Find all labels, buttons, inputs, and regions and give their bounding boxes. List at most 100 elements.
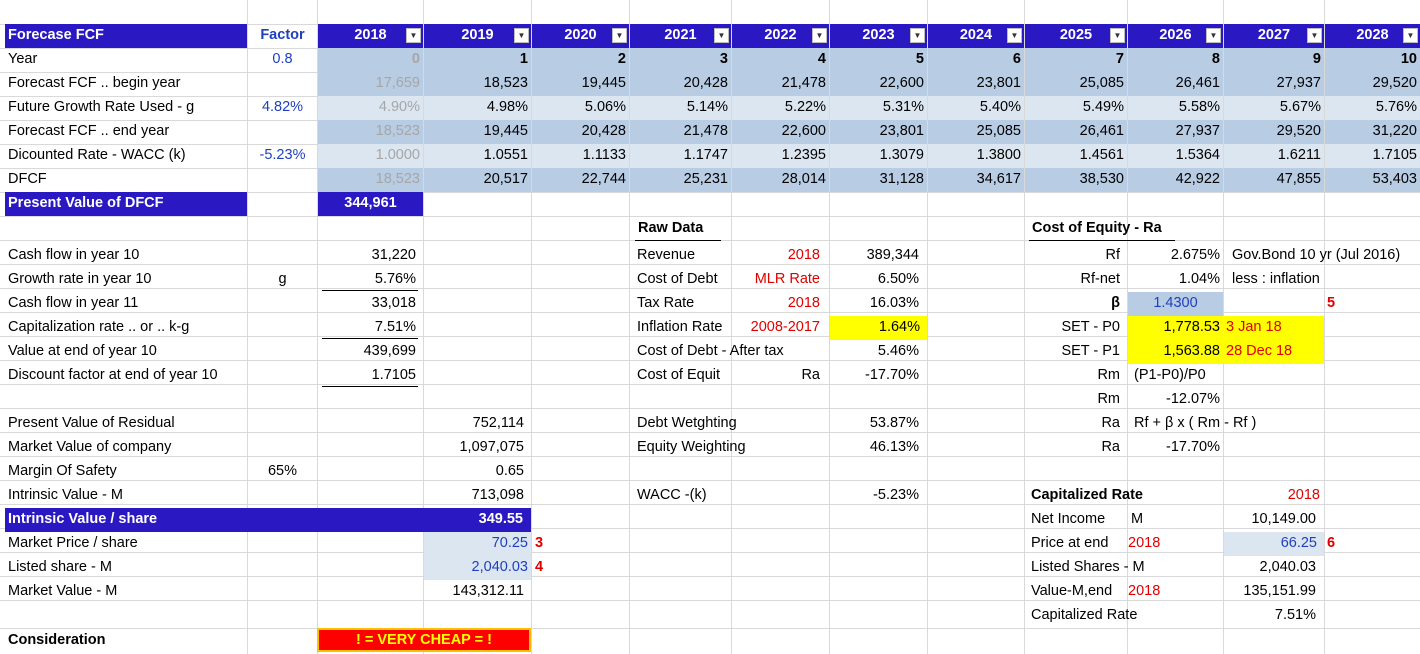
listed-shares-value[interactable]: 2,040.03 bbox=[1224, 556, 1319, 580]
pv-dfcf-label[interactable]: Present Value of DFCF bbox=[5, 192, 247, 216]
capitalized-rate-title[interactable]: Capitalized Rate bbox=[1028, 484, 1208, 508]
equity-weighting-value[interactable]: 46.13% bbox=[830, 436, 922, 460]
wacc-value[interactable]: -5.23% bbox=[830, 484, 922, 508]
terminal-label[interactable]: Value at end of year 10 bbox=[5, 340, 247, 364]
listed-share-label[interactable]: Listed share - M bbox=[5, 556, 247, 580]
rm-value[interactable]: -12.07% bbox=[1128, 388, 1223, 412]
forecast-cell[interactable]: 5 bbox=[830, 48, 927, 72]
set-p1-value[interactable]: 1,563.88 bbox=[1128, 340, 1223, 364]
rm-formula[interactable]: (P1-P0)/P0 bbox=[1131, 364, 1271, 388]
market-value-label[interactable]: Market Value - M bbox=[5, 580, 247, 604]
forecast-cell[interactable]: 6 bbox=[928, 48, 1024, 72]
equity-weighting-label[interactable]: Equity Weighting bbox=[634, 436, 824, 460]
raw-data-note[interactable]: 2018 bbox=[731, 292, 823, 316]
terminal-label[interactable]: Discount factor at end of year 10 bbox=[5, 364, 305, 388]
price-at-end-year[interactable]: 2018 bbox=[1125, 532, 1185, 556]
year-header-2022[interactable]: 2022 ▼ bbox=[732, 24, 829, 48]
filter-dropdown-icon[interactable]: ▼ bbox=[910, 28, 925, 43]
forecast-cell[interactable]: 29,520 bbox=[1224, 120, 1324, 144]
forecast-cell[interactable]: 0 bbox=[318, 48, 423, 72]
forecast-cell[interactable]: 29,520 bbox=[1325, 72, 1420, 96]
market-value-company-label[interactable]: Market Value of company bbox=[5, 436, 247, 460]
row-label-dfcf[interactable]: DFCF bbox=[5, 168, 247, 192]
forecast-cell[interactable]: 34,617 bbox=[928, 168, 1024, 192]
terminal-value[interactable]: 33,018 bbox=[318, 292, 419, 316]
factor-cell[interactable]: 0.8 bbox=[248, 48, 317, 72]
margin-of-safety-pct[interactable]: 65% bbox=[248, 460, 317, 484]
raw-data-note[interactable]: Ra bbox=[731, 364, 823, 388]
debt-weighting-label[interactable]: Debt Wetghting bbox=[634, 412, 824, 436]
rm-label[interactable]: Rm bbox=[1025, 364, 1123, 388]
margin-of-safety-value[interactable]: 0.65 bbox=[424, 460, 527, 484]
terminal-label[interactable]: Growth rate in year 10 bbox=[5, 268, 247, 292]
forecast-cell[interactable]: 47,855 bbox=[1224, 168, 1324, 192]
year-header-2024[interactable]: 2024 ▼ bbox=[928, 24, 1024, 48]
forecast-cell[interactable]: 19,445 bbox=[424, 120, 531, 144]
forecast-cell[interactable]: 19,445 bbox=[532, 72, 629, 96]
forecast-cell[interactable]: 20,517 bbox=[424, 168, 531, 192]
forecast-cell[interactable]: 4 bbox=[732, 48, 829, 72]
terminal-label[interactable]: Cash flow in year 10 bbox=[5, 244, 247, 268]
set-p1-date[interactable]: 28 Dec 18 bbox=[1223, 340, 1324, 364]
factor-cell[interactable]: 4.82% bbox=[248, 96, 317, 120]
raw-data-value[interactable]: 16.03% bbox=[830, 292, 922, 316]
forecast-cell[interactable]: 5.22% bbox=[732, 96, 829, 120]
price-at-end-label[interactable]: Price at end bbox=[1028, 532, 1123, 556]
factor-cell[interactable]: -5.23% bbox=[248, 144, 317, 168]
forecast-cell[interactable]: 5.31% bbox=[830, 96, 927, 120]
net-income-unit[interactable]: M bbox=[1128, 508, 1148, 532]
row-label-fcf-end[interactable]: Forecast FCF .. end year bbox=[5, 120, 247, 144]
forecast-cell[interactable]: 20,428 bbox=[630, 72, 731, 96]
forecast-cell[interactable]: 27,937 bbox=[1128, 120, 1223, 144]
set-p0-value[interactable]: 1,778.53 bbox=[1128, 316, 1223, 340]
intrinsic-value-label[interactable]: Intrinsic Value - M bbox=[5, 484, 247, 508]
filter-dropdown-icon[interactable]: ▼ bbox=[714, 28, 729, 43]
market-value-value[interactable]: 143,312.11 bbox=[424, 580, 527, 604]
forecast-cell[interactable]: 10 bbox=[1325, 48, 1420, 72]
raw-data-title[interactable]: Raw Data bbox=[635, 217, 721, 241]
forecast-cell[interactable]: 22,600 bbox=[732, 120, 829, 144]
pv-dfcf-value[interactable]: 344,961 bbox=[318, 192, 423, 216]
terminal-label[interactable]: Cash flow in year 11 bbox=[5, 292, 247, 316]
value-end-label[interactable]: Value-M,end bbox=[1028, 580, 1123, 604]
forecast-cell[interactable]: 17,659 bbox=[318, 72, 423, 96]
forecast-cell[interactable]: 1 bbox=[424, 48, 531, 72]
forecast-cell[interactable]: 42,922 bbox=[1128, 168, 1223, 192]
capitalized-rate-label[interactable]: Capitalized Rate bbox=[1028, 604, 1218, 628]
terminal-value[interactable]: 7.51% bbox=[318, 316, 419, 340]
year-header-2021[interactable]: 2021 ▼ bbox=[630, 24, 731, 48]
value-end-value[interactable]: 135,151.99 bbox=[1224, 580, 1319, 604]
filter-dropdown-icon[interactable]: ▼ bbox=[1206, 28, 1221, 43]
forecast-cell[interactable]: 23,801 bbox=[928, 72, 1024, 96]
listed-shares-label[interactable]: Listed Shares - M bbox=[1028, 556, 1218, 580]
forecast-cell[interactable]: 31,220 bbox=[1325, 120, 1420, 144]
filter-dropdown-icon[interactable]: ▼ bbox=[1110, 28, 1125, 43]
raw-data-note[interactable]: MLR Rate bbox=[731, 268, 823, 292]
forecast-cell[interactable]: 28,014 bbox=[732, 168, 829, 192]
terminal-value[interactable]: 439,699 bbox=[318, 340, 419, 364]
forecast-cell[interactable]: 1.6211 bbox=[1224, 144, 1324, 168]
forecast-cell[interactable]: 5.67% bbox=[1224, 96, 1324, 120]
margin-of-safety-label[interactable]: Margin Of Safety bbox=[5, 460, 247, 484]
forecast-cell[interactable]: 1.0551 bbox=[424, 144, 531, 168]
g-symbol[interactable]: g bbox=[248, 268, 317, 292]
forecast-cell[interactable]: 5.76% bbox=[1325, 96, 1420, 120]
forecast-cell[interactable]: 5.49% bbox=[1025, 96, 1127, 120]
listed-share-value[interactable]: 2,040.03 bbox=[424, 556, 531, 580]
rm-label[interactable]: Rm bbox=[1025, 388, 1123, 412]
consideration-verdict[interactable]: ! = VERY CHEAP = ! bbox=[317, 628, 531, 652]
forecast-cell[interactable]: 5.58% bbox=[1128, 96, 1223, 120]
forecast-cell[interactable]: 1.3079 bbox=[830, 144, 927, 168]
forecast-cell[interactable]: 5.14% bbox=[630, 96, 731, 120]
raw-data-note[interactable]: 2008-2017 bbox=[731, 316, 823, 340]
forecast-cell[interactable]: 1.2395 bbox=[732, 144, 829, 168]
filter-dropdown-icon[interactable]: ▼ bbox=[1403, 28, 1418, 43]
market-price-label[interactable]: Market Price / share bbox=[5, 532, 247, 556]
raw-data-label[interactable]: Cost of Debt - After tax bbox=[634, 340, 824, 364]
consideration-label[interactable]: Consideration bbox=[5, 629, 247, 653]
net-income-value[interactable]: 10,149.00 bbox=[1224, 508, 1319, 532]
raw-data-value[interactable]: 1.64% bbox=[830, 316, 927, 340]
forecast-cell[interactable]: 22,744 bbox=[532, 168, 629, 192]
pv-residual-value[interactable]: 752,114 bbox=[424, 412, 527, 436]
year-header-2020[interactable]: 2020 ▼ bbox=[532, 24, 629, 48]
